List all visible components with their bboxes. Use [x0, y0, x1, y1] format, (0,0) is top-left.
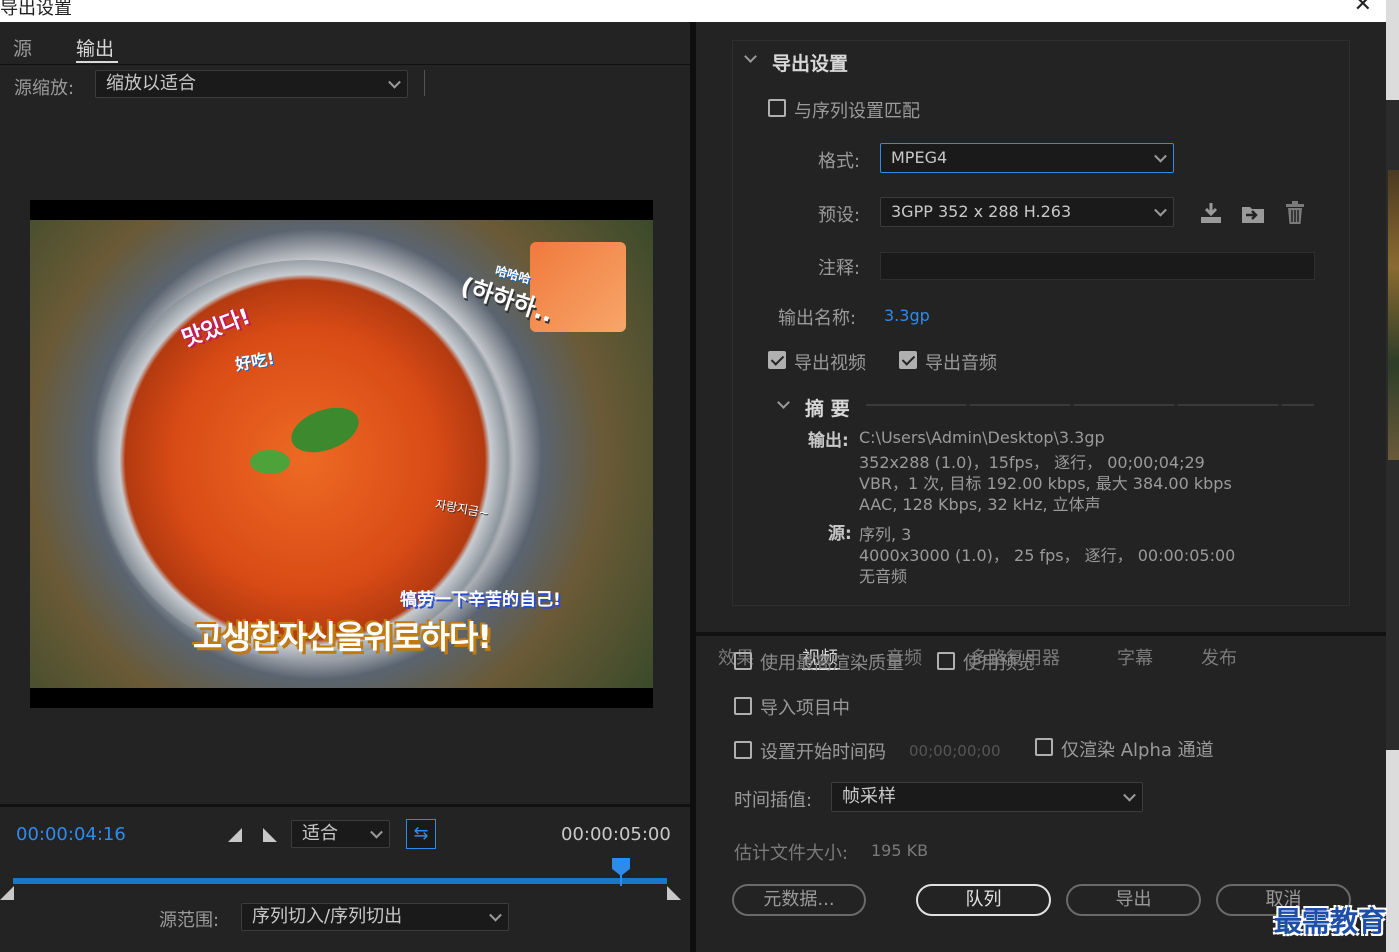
tab-divider — [0, 64, 690, 65]
toolbar-divider — [424, 70, 425, 96]
preview-panel: 源 输出 源缩放: 缩放以适合 맛있다! 好吃! 哈哈哈 (하하하.. 자랑지금… — [0, 22, 690, 952]
import-preset-icon[interactable] — [1240, 200, 1266, 226]
export-settings-panel: 导出设置 与序列设置匹配 格式: MPEG4 预设: 3GPP 352 x 28… — [696, 22, 1386, 952]
summary-heading: 摘 要 — [805, 398, 850, 420]
chevron-down-icon — [370, 825, 383, 839]
time-interpolation-dropdown[interactable]: 帧采样 — [831, 782, 1143, 812]
export-video-checkbox[interactable] — [768, 351, 786, 369]
preview-caption: 고생한자신을위로하다! — [193, 618, 492, 656]
preview-caption: 犒劳一下辛苦的自己! — [400, 590, 561, 610]
estimated-file-size-value: 195 KB — [871, 841, 929, 860]
title-bar: 导出设置 ✕ — [0, 0, 1386, 22]
chevron-down-icon — [1154, 203, 1167, 217]
preset-label: 预设: — [818, 205, 861, 226]
tab-output[interactable]: 输出 — [76, 34, 114, 61]
source-range-value: 序列切入/序列切出 — [252, 906, 403, 927]
tab-source[interactable]: 源 — [13, 34, 32, 61]
source-scaling-dropdown[interactable]: 缩放以适合 — [95, 70, 408, 98]
match-sequence-checkbox[interactable] — [768, 99, 786, 117]
source-range-dropdown[interactable]: 序列切入/序列切出 — [241, 903, 509, 931]
timeline-divider — [0, 804, 690, 807]
aspect-toggle-button[interactable]: ⇆ — [406, 819, 436, 849]
summary-output-key: 输出: — [808, 431, 849, 451]
output-name-link[interactable]: 3.3gp — [884, 306, 930, 325]
max-render-quality-label[interactable]: 使用最高渲染质量 — [760, 649, 904, 675]
export-video-label[interactable]: 导出视频 — [794, 349, 866, 375]
close-icon[interactable]: ✕ — [1354, 0, 1372, 17]
set-start-timecode-checkbox[interactable] — [734, 741, 752, 759]
source-scaling-label: 源缩放: — [14, 78, 75, 99]
swap-arrows-icon: ⇆ — [413, 823, 429, 844]
chevron-down-icon — [489, 908, 502, 922]
current-timecode[interactable]: 00:00:04:16 — [16, 824, 126, 845]
total-duration: 00:00:05:00 — [561, 824, 671, 845]
playhead-line — [620, 872, 622, 886]
summary-output-line: AAC, 128 Kbps, 32 kHz, 立体声 — [859, 495, 1101, 514]
use-previews-checkbox[interactable] — [937, 652, 955, 670]
export-button[interactable]: 导出 — [1066, 884, 1201, 916]
active-tab-indicator — [76, 61, 118, 63]
format-dropdown[interactable]: MPEG4 — [880, 143, 1174, 173]
preset-dropdown[interactable]: 3GPP 352 x 288 H.263 — [880, 197, 1174, 227]
metadata-button[interactable]: 元数据... — [732, 884, 866, 916]
alpha-only-checkbox[interactable] — [1035, 738, 1053, 756]
import-into-project-label[interactable]: 导入项目中 — [760, 694, 850, 720]
preview-image-herb — [250, 450, 290, 474]
time-interpolation-value: 帧采样 — [842, 786, 896, 807]
set-start-timecode-label[interactable]: 设置开始时间码 — [760, 738, 886, 764]
import-into-project-checkbox[interactable] — [734, 697, 752, 715]
summary-source-key: 源: — [828, 524, 852, 544]
summary-divider — [866, 404, 1314, 406]
start-timecode-value: 00;00;00;00 — [909, 742, 1001, 760]
time-interpolation-label: 时间插值: — [734, 790, 813, 811]
preset-value: 3GPP 352 x 288 H.263 — [891, 202, 1072, 221]
export-audio-label[interactable]: 导出音频 — [925, 349, 997, 375]
export-settings-heading: 导出设置 — [772, 53, 849, 75]
comment-label: 注释: — [818, 258, 861, 279]
summary-output-line: C:\Users\Admin\Desktop\3.3gp — [859, 428, 1105, 447]
output-name-label: 输出名称: — [778, 308, 857, 329]
range-start-handle-icon[interactable] — [0, 886, 14, 900]
timeline-track[interactable] — [13, 878, 667, 884]
background-window-edge — [1386, 0, 1399, 952]
match-sequence-label[interactable]: 与序列设置匹配 — [794, 97, 920, 123]
watermark-logo: 最需教育 — [1274, 905, 1387, 938]
trash-icon[interactable] — [1282, 200, 1308, 226]
chevron-down-icon — [1123, 788, 1136, 802]
summary-source-line: 4000x3000 (1.0)， 25 fps， 逐行， 00:00:05:00 — [859, 546, 1236, 565]
set-out-point-icon[interactable] — [263, 828, 277, 842]
export-audio-checkbox[interactable] — [899, 351, 917, 369]
tab-captions[interactable]: 字幕 — [1117, 644, 1153, 670]
video-preview-frame: 맛있다! 好吃! 哈哈哈 (하하하.. 자랑지금~ 犒劳一下辛苦的自己! 고생한… — [30, 200, 653, 708]
estimated-file-size-label: 估计文件大小: — [734, 843, 849, 864]
alpha-only-label[interactable]: 仅渲染 Alpha 通道 — [1061, 736, 1214, 762]
tab-publish[interactable]: 发布 — [1201, 644, 1237, 670]
source-range-label: 源范围: — [159, 910, 220, 931]
summary-source-line: 无音频 — [859, 567, 908, 586]
use-previews-label[interactable]: 使用预览 — [963, 649, 1035, 675]
zoom-fit-dropdown[interactable]: 适合 — [291, 820, 390, 848]
background-window-thumbnail — [1388, 170, 1399, 460]
zoom-fit-value: 适合 — [302, 823, 338, 844]
chevron-down-icon — [388, 75, 401, 89]
max-render-quality-checkbox[interactable] — [734, 652, 752, 670]
queue-button[interactable]: 队列 — [916, 884, 1051, 916]
comment-field[interactable] — [880, 252, 1315, 280]
range-end-handle-icon[interactable] — [667, 886, 681, 900]
source-scaling-value: 缩放以适合 — [106, 73, 196, 94]
format-value: MPEG4 — [891, 148, 948, 167]
format-label: 格式: — [818, 151, 861, 172]
save-preset-icon[interactable] — [1198, 200, 1224, 226]
window-title: 导出设置 — [0, 0, 72, 19]
settings-tabs-divider — [696, 632, 1386, 636]
set-in-point-icon[interactable] — [228, 828, 242, 842]
chevron-down-icon — [1154, 149, 1167, 163]
